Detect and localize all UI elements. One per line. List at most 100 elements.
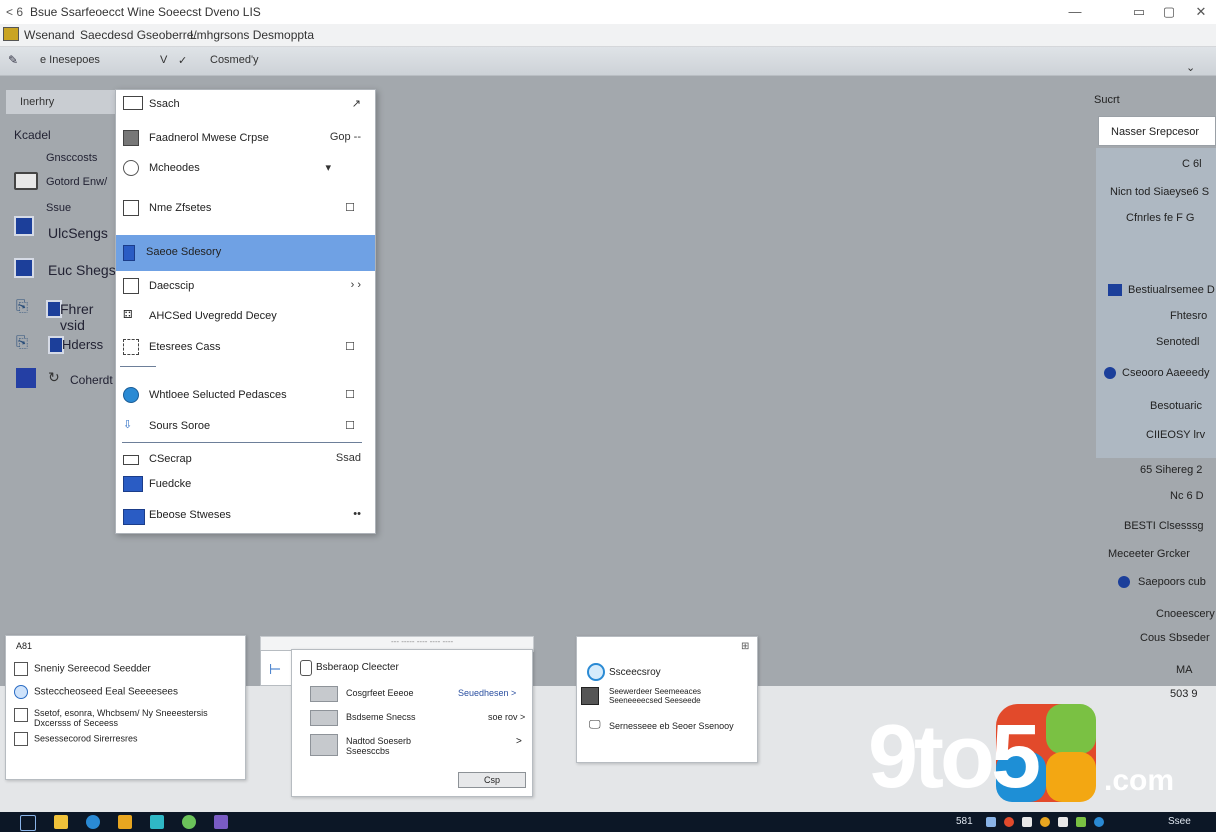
chevron-down-icon[interactable]: ⌄ [1186,61,1195,74]
dropdown-item[interactable]: Faadnerol Mwese Crpse Gop -- [116,126,375,152]
tray-text: 581 [956,816,973,827]
panel-2-row-link[interactable]: Seuedhesen > [458,688,516,698]
right-pane-item: Fhtesro [1170,310,1208,322]
file-explorer-icon[interactable] [54,815,68,829]
toolbar-item-3[interactable]: Cosmed'y [210,54,259,66]
globe-icon [1104,367,1116,379]
left-pane-item[interactable]: Euc Shegs [48,262,116,278]
clock[interactable]: Ssee [1168,816,1191,827]
dropdown-item[interactable]: Etesrees Cass ☐ [116,335,375,361]
title-bar: < 6 Bsue Ssarfeoecct Wine Soeecst Dveno … [0,0,1216,24]
panel-2-row-link[interactable]: soe rov > [488,712,525,722]
app-square-icon [16,368,36,388]
right-pane-item: Cnoeescery [1156,608,1215,620]
toolbar-icon[interactable]: ✓ [178,54,187,67]
chrome-icon[interactable] [182,815,196,829]
menu-item-3[interactable]: Lmhgrsons Desmoppta [190,28,314,42]
panel-3-row[interactable]: Seewerdeer Seemeeaces Seeneeeecsed Seese… [609,687,749,705]
left-pane-item[interactable]: Fhrer vsid [60,301,116,333]
pen-icon [14,732,28,746]
tray-app-icon[interactable] [1058,817,1068,827]
left-pane-item[interactable]: Hderss [62,337,103,352]
right-pane-item: BESTI Clsesssg [1124,520,1204,532]
image-icon [123,130,139,146]
dropdown-item-selected[interactable]: Saeoe Sdesory [116,235,375,271]
panel-2-row-label[interactable]: Bsdseme Snecss [346,712,416,722]
panel-3-header: Ssceecsroy [609,667,661,678]
tray-app-icon[interactable] [1094,817,1104,827]
panel-2: Bsberaop Cleecter Cosgrfeet Eeeoe Seuedh… [291,649,533,797]
dropdown-item[interactable]: Whtloee Selucted Pedasces ☐ [116,383,375,409]
folder-icon[interactable] [118,815,132,829]
left-pane-header[interactable]: Inerhry [6,90,116,114]
pen-icon[interactable]: ✎ [8,53,18,67]
panel-2-row-label[interactable]: Cosgrfeet Eeeoe [346,688,414,698]
right-pane-header: Sucrt [1094,94,1120,106]
globe-icon [14,685,28,699]
right-pane-item: Cseooro Aaeeedy [1122,367,1210,379]
divider [120,366,156,367]
image-icon [581,687,599,705]
right-pane-item: CIIEOSY lrv [1146,429,1206,441]
close-icon[interactable]: ✕ [1186,2,1216,22]
dropdown-item[interactable]: Mcheodes ▾ [116,156,375,182]
left-pane-item[interactable]: Ssue [46,202,71,214]
right-pane-field[interactable]: Nasser Srepcesor [1098,116,1216,146]
maximize-icon[interactable]: ▢ [1154,2,1184,22]
left-pane-item[interactable]: Gotord Enw/ [46,176,107,188]
right-pane-item: Senotedl [1156,336,1200,348]
thumbnail-icon [310,686,338,702]
dropdown-item[interactable]: Nme Zfsetes ☐ [116,196,375,222]
right-pane-item: Meceeter Grcker [1108,548,1190,560]
window-title: Bsue Ssarfeoecct Wine Soeecst Dveno LIS [30,5,261,19]
dropdown-item[interactable]: CSecrap Ssad [116,447,375,473]
left-pane-item[interactable]: Coherdt [70,373,113,387]
restore-icon[interactable]: ▭ [1124,2,1154,22]
network-icon[interactable] [986,817,996,827]
watermark-suffix: .com [1104,764,1175,797]
menu-item-1[interactable]: Wsenand [24,28,75,42]
right-pane-item: Nc 6 D [1170,490,1204,502]
store-icon[interactable] [150,815,164,829]
tray-app-icon[interactable] [1076,817,1086,827]
panel-1-row[interactable]: Ssetof, esonra, Whcbsem/ Ny Sneeestersis… [14,708,214,728]
app-icon[interactable] [214,815,228,829]
toolbar-item-2[interactable]: V [160,54,167,66]
taskbar: 581 Ssee [0,812,1216,832]
left-pane-item[interactable]: Gnsccosts [46,152,97,164]
dropdown-item[interactable]: Fuedcke [116,472,375,498]
dropdown-item[interactable]: Daecscip › › [116,274,375,300]
back-icon[interactable]: < 6 [6,5,23,19]
browser-icon[interactable] [86,815,100,829]
watermark-logo: 9to5 .com [868,700,1198,807]
grid-icon: ⚃ [123,308,139,324]
toolbar-item-1[interactable]: e Inesepoes [40,54,100,66]
pin-icon[interactable]: ⊞ [741,641,749,652]
dropdown-item[interactable]: ⚃ AHCSed Uvegredd Decey [116,304,375,330]
panel-1-row[interactable]: Sesessecorod Sirerresres [14,732,138,746]
dropdown-item[interactable]: Ssach ↗ [116,92,375,118]
panel-3-row[interactable]: Sernesseee eb Seoer Ssenooy [609,721,734,731]
bottom-right-text: 503 9 [1170,688,1198,700]
checkbox-icon[interactable] [300,660,312,676]
device-icon: 🖵 [589,717,601,731]
menu-bar: Wsenand Saecdesd Gseoberre/ Lmhgrsons De… [0,24,1216,47]
panel-1-row[interactable]: Sneniy Sereecod Seedder [14,662,151,676]
minimize-icon[interactable]: — [1060,2,1090,22]
left-pane-item[interactable]: UlcSengs [48,225,108,241]
tray-app-icon[interactable] [1004,817,1014,827]
menu-item-2[interactable]: Saecdesd Gseoberre/ [80,28,197,42]
dropdown-item[interactable]: Ebeose Stweses •• [116,503,375,529]
app-square-icon [1108,284,1122,296]
dropdown-item[interactable]: ⇩ Sours Soroe ☐ [116,414,375,440]
panel-3: ⊞ Ssceecsroy Seewerdeer Seemeeaces Seene… [576,636,758,763]
panel-2-button[interactable]: Csp [458,772,526,788]
tray-app-icon[interactable] [1040,817,1050,827]
panel-1-row[interactable]: Ssteccheoseed Eeal Seeeesees [14,685,178,699]
document-icon [14,708,28,722]
start-icon[interactable] [20,815,36,831]
panel-2-row-label[interactable]: Nadtod Soeserb Sseesccbs [346,736,436,756]
left-pane-item[interactable]: Kcadel [14,128,51,142]
panel-2-row-link[interactable]: > [516,736,522,747]
volume-icon[interactable] [1022,817,1032,827]
